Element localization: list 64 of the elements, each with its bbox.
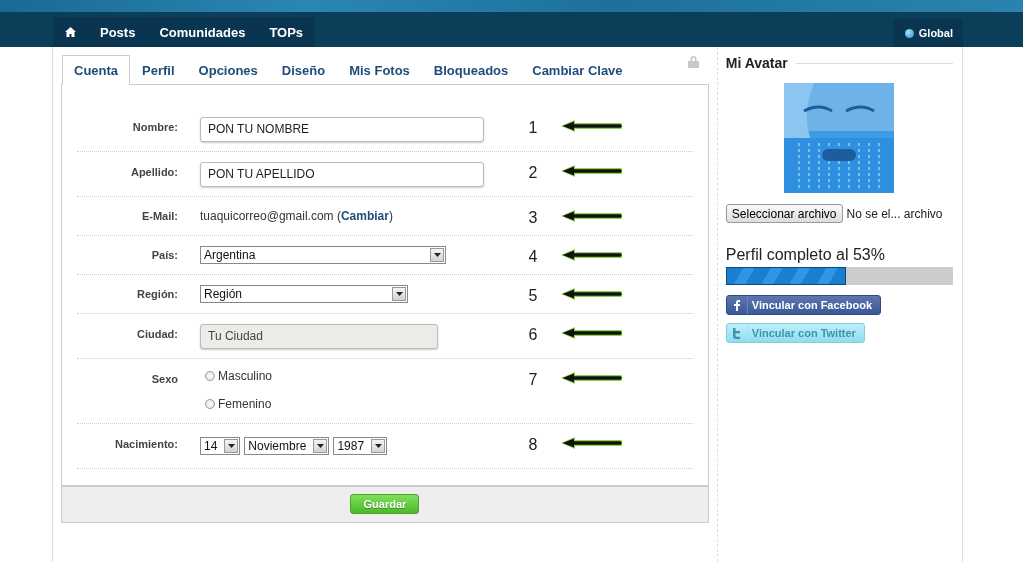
annotation-number: 3	[527, 208, 539, 227]
radio-option[interactable]: Masculino	[205, 369, 500, 383]
annotation-number: 5	[527, 286, 539, 305]
section-title: Mi Avatar	[725, 55, 788, 71]
field-label: País:	[150, 248, 178, 261]
caret-icon	[395, 292, 403, 296]
radio-option[interactable]: Femenino	[205, 397, 500, 411]
file-status: No se el... archivo	[846, 206, 943, 221]
nav-tab[interactable]: Posts	[88, 17, 148, 47]
progress-label: Perfil completo al 53%	[725, 246, 886, 264]
annotation-number: 6	[527, 325, 539, 344]
arrow-icon	[560, 119, 622, 133]
arrow-icon	[560, 371, 622, 385]
caret-icon	[374, 444, 382, 448]
lock-icon	[687, 55, 699, 68]
select-dropdown[interactable]: 14	[200, 437, 241, 455]
change-link[interactable]: Cambiar	[340, 209, 389, 223]
settings-tab[interactable]: Perfil	[130, 55, 187, 84]
field-label: Apellido:	[129, 165, 178, 178]
globe-icon	[904, 28, 914, 38]
select-dropdown[interactable]: 1987	[333, 437, 388, 455]
text-field[interactable]: PON TU APELLIDO	[200, 161, 484, 187]
arrow-icon	[560, 164, 622, 178]
settings-tab[interactable]: Bloqueados	[421, 55, 521, 84]
field-label: E-Mail:	[140, 209, 178, 222]
home-button[interactable]	[53, 17, 88, 47]
arrow-icon	[560, 287, 622, 301]
settings-tab[interactable]: Opciones	[186, 55, 270, 84]
annotation-number: 2	[527, 163, 539, 182]
caret-icon	[433, 253, 441, 257]
field-label: Nombre:	[131, 120, 178, 133]
arrow-icon	[560, 209, 622, 223]
choose-file-button[interactable]: Seleccionar archivo	[725, 204, 843, 223]
nav-tab[interactable]: TOPs	[257, 17, 316, 47]
t-letter-icon	[732, 327, 742, 339]
arrow-icon	[560, 248, 622, 262]
caret-icon	[316, 444, 324, 448]
global-button[interactable]: Global	[892, 19, 963, 47]
annotation-number: 4	[527, 247, 539, 266]
annotation-number: 8	[527, 435, 539, 454]
select-dropdown[interactable]: Argentina	[200, 246, 446, 264]
settings-tab[interactable]: Cambiar Clave	[520, 55, 635, 84]
settings-tab[interactable]: Mis Fotos	[337, 55, 422, 84]
settings-tab[interactable]: Diseño	[269, 55, 338, 84]
facebook-button[interactable]: Vincular con Facebook	[725, 295, 881, 315]
field-label: Nacimiento:	[114, 437, 178, 450]
field-label: Región:	[136, 287, 178, 300]
nav-tab[interactable]: Comunidades	[147, 17, 258, 47]
f-letter-icon	[733, 299, 740, 311]
field-label: Sexo	[150, 372, 178, 385]
home-icon	[65, 27, 76, 37]
settings-tab[interactable]: Cuenta	[62, 55, 131, 85]
email-text: tuaquicorreo@gmail.com (Cambiar)	[200, 209, 394, 223]
annotation-number: 1	[527, 118, 539, 137]
field-label: Ciudad:	[136, 327, 178, 340]
radio-button[interactable]	[205, 399, 215, 409]
select-dropdown[interactable]: Región	[200, 285, 408, 303]
radio-button[interactable]	[205, 371, 215, 381]
text-field[interactable]: PON TU NOMBRE	[200, 116, 484, 142]
arrow-icon	[560, 326, 622, 340]
select-dropdown[interactable]: Noviembre	[244, 437, 330, 455]
caret-icon	[227, 444, 235, 448]
annotation-number: 7	[527, 370, 539, 389]
arrow-icon	[560, 436, 622, 450]
